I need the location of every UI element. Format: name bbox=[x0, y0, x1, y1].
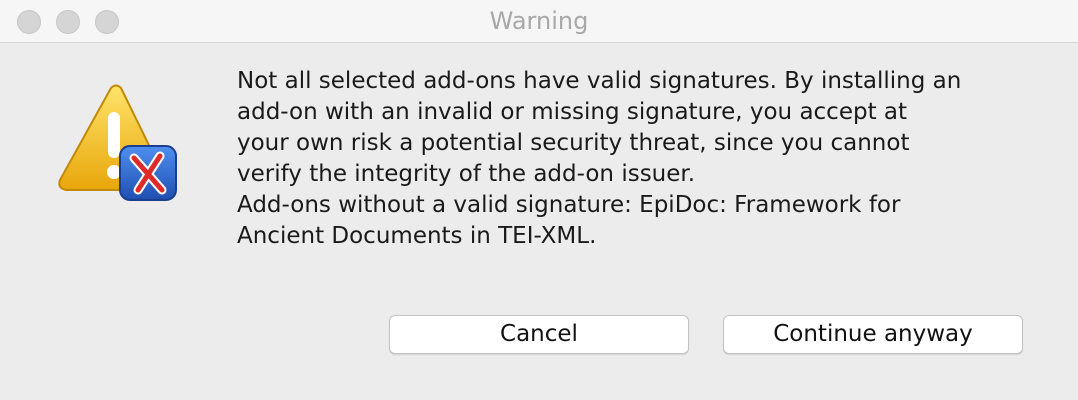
warning-dialog: Warning Not all selected add-ons have va… bbox=[0, 0, 1078, 400]
cancel-button[interactable]: Cancel bbox=[389, 315, 689, 354]
warning-text: Not all selected add-ons have valid sign… bbox=[237, 68, 962, 187]
continue-anyway-button[interactable]: Continue anyway bbox=[723, 315, 1023, 354]
warning-message: Not all selected add-ons have valid sign… bbox=[237, 66, 1057, 252]
unsigned-addons-text: Add-ons without a valid signature: EpiDo… bbox=[237, 192, 901, 249]
warning-triangle-icon bbox=[58, 84, 177, 201]
title-bar: Warning bbox=[0, 0, 1078, 43]
oxygen-x-icon bbox=[119, 145, 177, 201]
window-title: Warning bbox=[489, 7, 589, 35]
